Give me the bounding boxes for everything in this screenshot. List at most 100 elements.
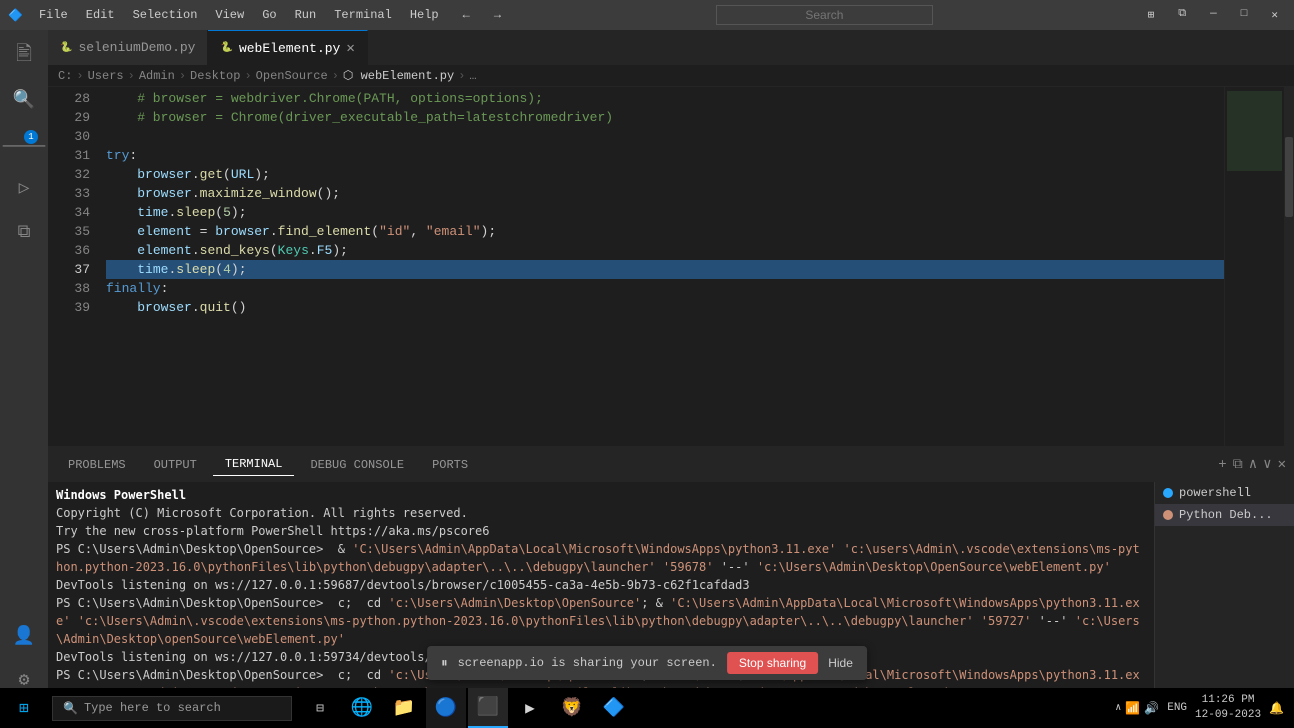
taskbar-app-python[interactable]: ▶ bbox=[510, 688, 550, 728]
panel-tab-ports[interactable]: PORTS bbox=[420, 454, 480, 476]
sidebar-item-source-control[interactable]: ⸻ 1 bbox=[6, 126, 42, 162]
taskbar-app-explorer[interactable]: 📁 bbox=[384, 688, 424, 728]
line-num-37: 37 bbox=[48, 260, 90, 279]
network-icon[interactable]: 📶 bbox=[1125, 701, 1140, 716]
menu-run[interactable]: Run bbox=[287, 6, 325, 24]
minimize-button[interactable]: — bbox=[1202, 4, 1225, 26]
sidebar-item-accounts[interactable]: 👤 bbox=[6, 618, 42, 654]
notifications-icon[interactable]: 🔔 bbox=[1269, 701, 1284, 716]
taskbar-app-chrome[interactable]: 🔵 bbox=[426, 688, 466, 728]
code-line-32: browser.get(URL); bbox=[106, 165, 1224, 184]
taskbar-app-brave[interactable]: 🦁 bbox=[552, 688, 592, 728]
panel-tab-terminal[interactable]: TERMINAL bbox=[213, 453, 295, 476]
panel-tab-output[interactable]: OUTPUT bbox=[142, 454, 209, 476]
breadcrumb-admin[interactable]: Admin bbox=[139, 69, 175, 83]
sidebar-item-search[interactable]: 🔍 bbox=[6, 82, 42, 118]
window-controls: ⊞ ⧉ — □ ✕ bbox=[1140, 4, 1286, 26]
editor-scrollbar[interactable] bbox=[1284, 87, 1294, 446]
maximize-button[interactable]: □ bbox=[1233, 4, 1256, 26]
menu-view[interactable]: View bbox=[207, 6, 252, 24]
line-num-30: 30 bbox=[48, 127, 90, 146]
nav-forward[interactable]: → bbox=[486, 6, 509, 24]
code-line-37: time.sleep(4); bbox=[106, 260, 1224, 279]
menu-help[interactable]: Help bbox=[402, 6, 447, 24]
close-button[interactable]: ✕ bbox=[1263, 4, 1286, 26]
split-terminal-icon[interactable]: ⧉ bbox=[1233, 457, 1243, 473]
taskbar-datetime[interactable]: 11:26 PM 12-09-2023 bbox=[1195, 693, 1261, 724]
volume-icon[interactable]: 🔊 bbox=[1144, 701, 1159, 716]
taskbar-app-vscode[interactable]: ⬛ bbox=[468, 688, 508, 728]
menu-selection[interactable]: Selection bbox=[125, 6, 206, 24]
powershell-dot bbox=[1163, 488, 1173, 498]
taskbar-language[interactable]: ENG bbox=[1167, 702, 1187, 714]
menu-edit[interactable]: Edit bbox=[78, 6, 123, 24]
terminal-line-2: Copyright (C) Microsoft Corporation. All… bbox=[56, 504, 1146, 522]
code-editor[interactable]: 28 29 30 31 32 33 34 35 36 37 38 39 # br… bbox=[48, 87, 1294, 446]
panel-close-icon[interactable]: ✕ bbox=[1278, 456, 1286, 473]
panel-tab-debug-console[interactable]: DEBUG CONSOLE bbox=[298, 454, 416, 476]
panel-chevron-down-icon[interactable]: ∨ bbox=[1263, 456, 1271, 473]
code-line-34: time.sleep(5); bbox=[106, 203, 1224, 222]
code-content[interactable]: # browser = webdriver.Chrome(PATH, optio… bbox=[98, 87, 1224, 446]
layout-toggle[interactable]: ⊞ bbox=[1140, 4, 1163, 26]
sharing-banner: ⏸ screenapp.io is sharing your screen. S… bbox=[427, 646, 867, 680]
hide-sharing-button[interactable]: Hide bbox=[828, 656, 853, 670]
global-search-input[interactable] bbox=[716, 5, 933, 25]
stop-sharing-button[interactable]: Stop sharing bbox=[727, 652, 818, 674]
activity-bar: 🖹 🔍 ⸻ 1 ▷ ⧉ 👤 ⚙ bbox=[0, 30, 48, 706]
menu-bar: File Edit Selection View Go Run Terminal… bbox=[31, 6, 447, 24]
taskbar-search-box[interactable]: 🔍 Type here to search bbox=[52, 696, 292, 721]
breadcrumb-opensource[interactable]: OpenSource bbox=[256, 69, 328, 83]
sidebar-item-extensions[interactable]: ⧉ bbox=[6, 214, 42, 250]
panel-tab-problems[interactable]: PROBLEMS bbox=[56, 454, 138, 476]
terminal-line-6: PS C:\Users\Admin\Desktop\OpenSource> & … bbox=[56, 540, 1146, 576]
taskbar-apps: ⊟ 🌐 📁 🔵 ⬛ ▶ 🦁 🔷 bbox=[300, 688, 634, 728]
blue-app-icon: 🔷 bbox=[603, 697, 625, 719]
line-num-28: 28 bbox=[48, 89, 90, 108]
tray-up-icon[interactable]: ∧ bbox=[1115, 702, 1121, 714]
files-icon: 🖹 bbox=[16, 39, 32, 73]
add-terminal-icon[interactable]: + bbox=[1218, 457, 1226, 473]
terminal-line-1: Windows PowerShell bbox=[56, 486, 1146, 504]
menu-terminal[interactable]: Terminal bbox=[326, 6, 400, 24]
tab-web-element[interactable]: 🐍 webElement.py ✕ bbox=[208, 30, 367, 65]
taskbar-app-blue[interactable]: 🔷 bbox=[594, 688, 634, 728]
menu-go[interactable]: Go bbox=[254, 6, 284, 24]
panel-sidebar-python-debug[interactable]: Python Deb... bbox=[1155, 504, 1294, 526]
breadcrumb-c[interactable]: C: bbox=[58, 69, 72, 83]
panel-chevron-up-icon[interactable]: ∧ bbox=[1249, 456, 1257, 473]
split-editor[interactable]: ⧉ bbox=[1170, 4, 1194, 26]
code-line-29: # browser = Chrome(driver_executable_pat… bbox=[106, 108, 1224, 127]
code-line-35: element = browser.find_element("id", "em… bbox=[106, 222, 1224, 241]
menu-file[interactable]: File bbox=[31, 6, 76, 24]
code-line-33: browser.maximize_window(); bbox=[106, 184, 1224, 203]
code-line-28: # browser = webdriver.Chrome(PATH, optio… bbox=[106, 89, 1224, 108]
taskbar-app-edge[interactable]: 🌐 bbox=[342, 688, 382, 728]
windows-icon: ⊞ bbox=[19, 698, 29, 718]
tab-selenium-demo[interactable]: 🐍 seleniumDemo.py bbox=[48, 30, 208, 65]
titlebar: 🔷 File Edit Selection View Go Run Termin… bbox=[0, 0, 1294, 30]
start-button[interactable]: ⊞ bbox=[0, 688, 48, 728]
breadcrumb-users[interactable]: Users bbox=[88, 69, 124, 83]
activity-bar-bottom: 👤 ⚙ bbox=[6, 618, 42, 698]
code-line-36: element.send_keys(Keys.F5); bbox=[106, 241, 1224, 260]
code-line-38: finally: bbox=[106, 279, 1224, 298]
line-num-33: 33 bbox=[48, 184, 90, 203]
terminal-line-8: DevTools listening on ws://127.0.0.1:596… bbox=[56, 576, 1146, 594]
taskview-icon: ⊟ bbox=[316, 701, 324, 716]
breadcrumb-desktop[interactable]: Desktop bbox=[190, 69, 240, 83]
scrollbar-thumb[interactable] bbox=[1285, 137, 1293, 217]
breadcrumb-file[interactable]: ⬡ webElement.py bbox=[343, 68, 454, 83]
sidebar-item-debug[interactable]: ▷ bbox=[6, 170, 42, 206]
breadcrumb-symbol[interactable]: … bbox=[469, 69, 476, 83]
terminal-line-4: Try the new cross-platform PowerShell ht… bbox=[56, 522, 1146, 540]
debug-icon: ▷ bbox=[19, 177, 30, 199]
taskbar-app-taskview[interactable]: ⊟ bbox=[300, 688, 340, 728]
breadcrumb: C: › Users › Admin › Desktop › OpenSourc… bbox=[48, 65, 1294, 87]
tab-close-webelement[interactable]: ✕ bbox=[346, 40, 354, 57]
nav-back[interactable]: ← bbox=[455, 6, 478, 24]
brave-icon: 🦁 bbox=[561, 697, 583, 719]
sidebar-item-explorer[interactable]: 🖹 bbox=[6, 38, 42, 74]
panel-sidebar-powershell[interactable]: powershell bbox=[1155, 482, 1294, 504]
python-debug-dot bbox=[1163, 510, 1173, 520]
